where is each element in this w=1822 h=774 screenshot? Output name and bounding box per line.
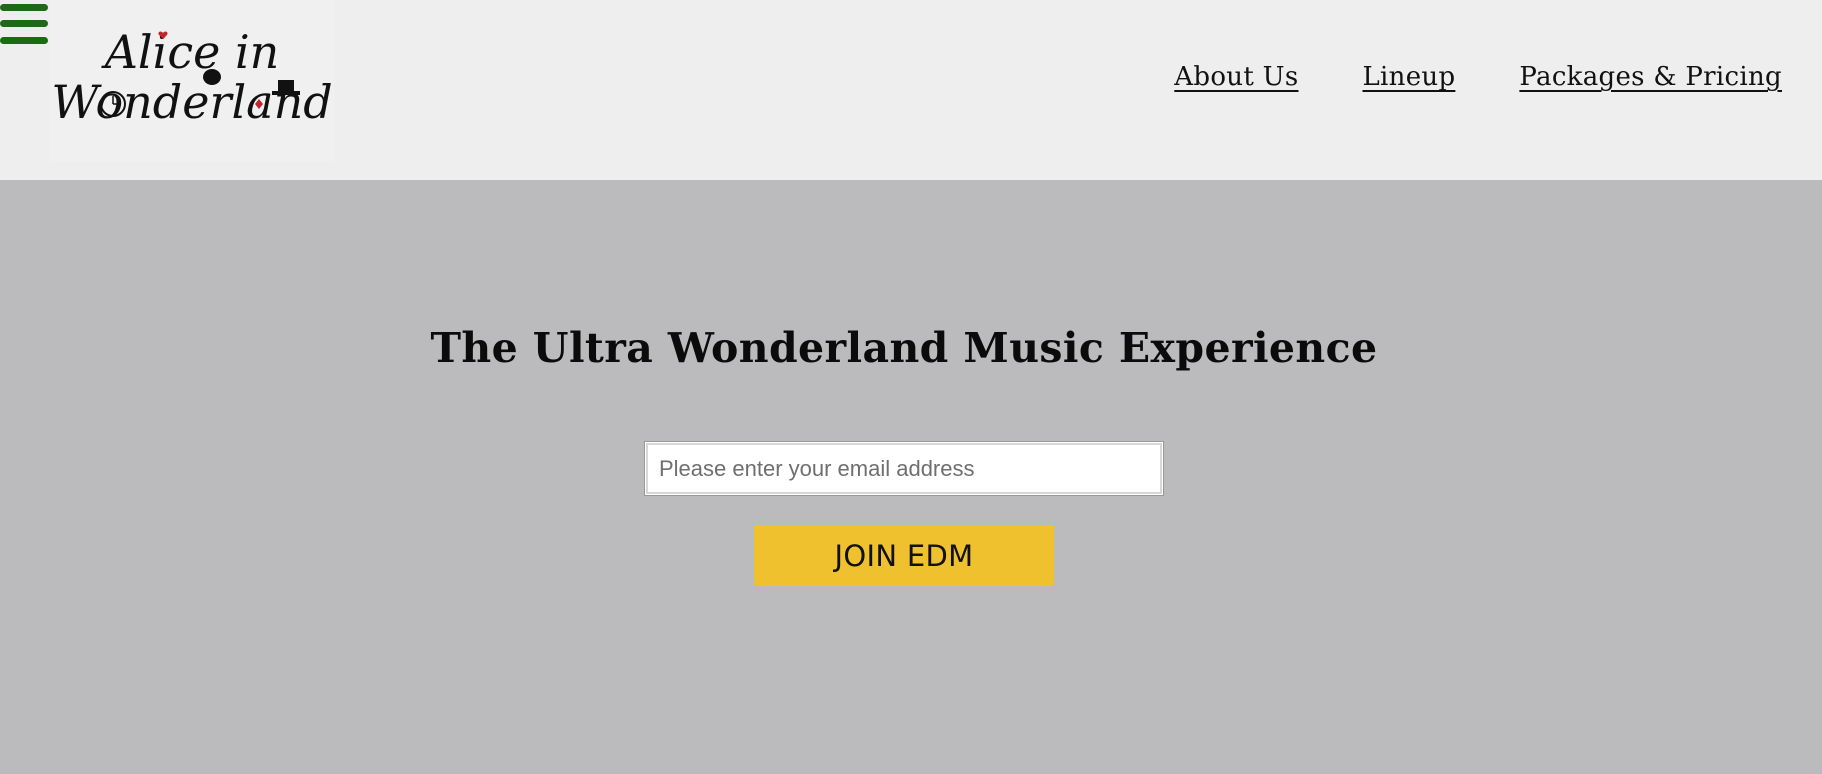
menu-bar [0,37,48,44]
site-logo[interactable]: Alice in Wonderland [50,0,334,162]
site-header: Alice in Wonderland About Us Lineup Pack… [0,0,1822,180]
hero-title: The Ultra Wonderland Music Experience [430,324,1378,372]
nav-packages-pricing-link[interactable]: Packages & Pricing [1519,62,1782,92]
menu-bar [0,4,48,11]
nav-lineup-link[interactable]: Lineup [1362,62,1455,92]
hamburger-menu-icon[interactable] [0,4,50,48]
top-hat-icon [278,80,294,92]
menu-bar [0,20,48,27]
top-hat-brim [272,91,300,95]
nav-about-us-link[interactable]: About Us [1174,62,1298,92]
email-input[interactable] [644,441,1164,496]
teacup-icon [203,69,221,85]
logo-line1: Alice in [101,25,280,79]
join-edm-button[interactable]: JOIN EDM [754,525,1054,586]
logo-image: Alice in Wonderland [51,25,332,129]
main-nav: About Us Lineup Packages & Pricing [1174,62,1782,92]
